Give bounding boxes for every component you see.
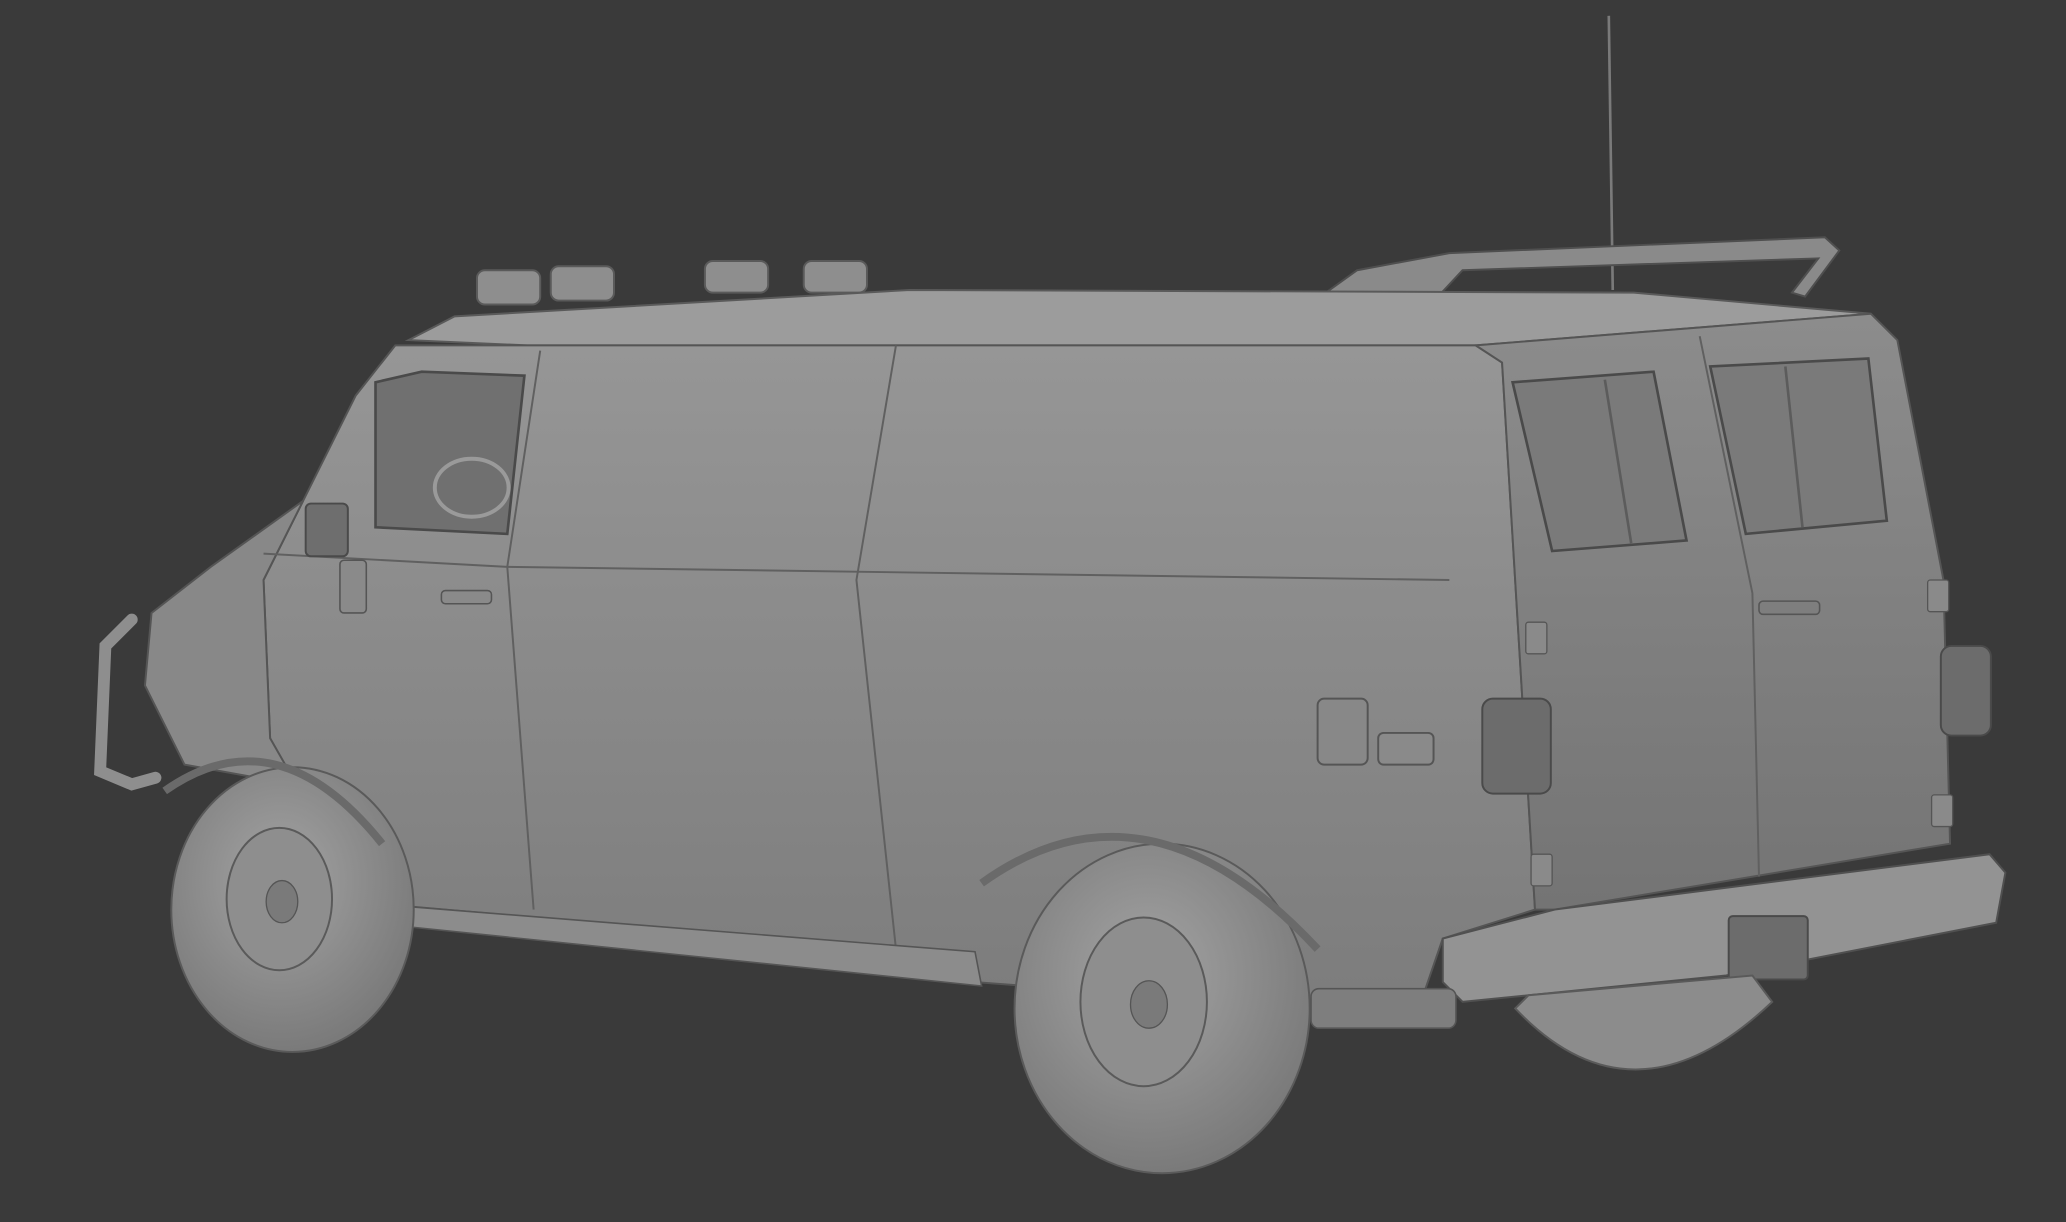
front-wheel	[170, 766, 415, 1053]
tail-light-left	[1481, 697, 1552, 795]
3d-viewport[interactable]	[0, 0, 2066, 1222]
rear-door-handle	[1758, 600, 1821, 616]
rear-wheel	[1013, 842, 1311, 1175]
fuel-door	[1316, 697, 1369, 766]
side-mirror	[304, 502, 349, 558]
license-plate	[1727, 915, 1809, 981]
rear-axle	[1310, 987, 1457, 1030]
van-model[interactable]	[0, 0, 2066, 1222]
side-marker	[1377, 731, 1435, 766]
mirror-arm	[339, 559, 368, 614]
front-door-handle	[440, 589, 493, 605]
tail-light-right	[1939, 644, 1992, 737]
front-bull-bar	[94, 613, 162, 791]
